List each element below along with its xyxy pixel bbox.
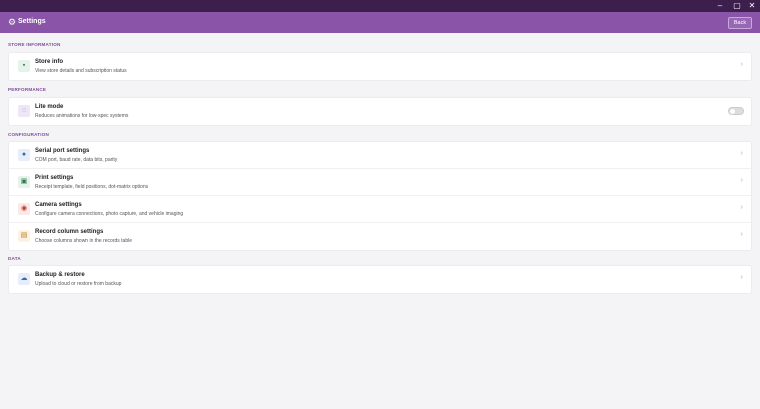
settings-item-lite-mode: ◌ Lite mode Reduces animations for low-s… xyxy=(9,98,751,125)
store-icon: ▪ xyxy=(18,60,30,72)
item-subtitle: Receipt template, field positions, dot-m… xyxy=(35,184,149,190)
settings-item-serial-port[interactable]: ● Serial port settings COM port, baud ra… xyxy=(9,142,751,169)
gear-icon: ⚙ xyxy=(8,17,17,27)
chevron-right-icon: › xyxy=(740,204,743,211)
settings-item-camera[interactable]: ◉ Camera settings Configure camera conne… xyxy=(9,196,751,223)
data-card: ☁ Backup & restore Upload to cloud or re… xyxy=(8,265,752,294)
lite-mode-icon: ◌ xyxy=(18,105,30,117)
item-subtitle: Configure camera connections, photo capt… xyxy=(35,211,184,217)
item-title: Lite mode xyxy=(35,104,64,110)
item-subtitle: COM port, baud rate, data bits, parity xyxy=(35,157,118,163)
performance-card: ◌ Lite mode Reduces animations for low-s… xyxy=(8,97,752,126)
item-subtitle: Choose columns shown in the records tabl… xyxy=(35,238,132,244)
chevron-right-icon: › xyxy=(740,274,743,281)
minimize-button[interactable]: – xyxy=(712,0,728,12)
chevron-right-icon: › xyxy=(740,150,743,157)
toggle-knob xyxy=(730,109,735,114)
maximize-button[interactable]: ▢ xyxy=(729,0,745,12)
settings-header: ⚙ Settings xyxy=(0,12,760,33)
settings-item-store-info[interactable]: ▪ Store info View store details and subs… xyxy=(9,53,751,80)
section-label-configuration: CONFIGURATION xyxy=(8,132,50,137)
section-label-data: DATA xyxy=(8,256,21,261)
section-label-performance: PERFORMANCE xyxy=(8,87,47,92)
section-label-store: STORE INFORMATION xyxy=(8,42,61,47)
item-title: Backup & restore xyxy=(35,272,85,278)
chevron-right-icon: › xyxy=(740,177,743,184)
close-button[interactable]: ✕ xyxy=(744,0,760,12)
settings-item-record-columns[interactable]: ▤ Record column settings Choose columns … xyxy=(9,223,751,250)
back-button[interactable]: Back xyxy=(728,17,752,29)
item-title: Serial port settings xyxy=(35,148,90,154)
configuration-card: ● Serial port settings COM port, baud ra… xyxy=(8,141,752,251)
lite-mode-toggle[interactable] xyxy=(728,107,744,115)
page-title: Settings xyxy=(18,18,46,25)
store-card: ▪ Store info View store details and subs… xyxy=(8,52,752,81)
item-subtitle: Upload to cloud or restore from backup xyxy=(35,281,122,287)
item-title: Record column settings xyxy=(35,229,104,235)
chevron-right-icon: › xyxy=(740,231,743,238)
settings-item-print[interactable]: ▣ Print settings Receipt template, field… xyxy=(9,169,751,196)
item-subtitle: View store details and subscription stat… xyxy=(35,68,127,74)
window-titlebar: – ▢ ✕ xyxy=(0,0,760,12)
printer-icon: ▣ xyxy=(18,176,30,188)
camera-icon: ◉ xyxy=(18,203,30,215)
item-title: Camera settings xyxy=(35,202,82,208)
item-title: Print settings xyxy=(35,175,74,181)
chevron-right-icon: › xyxy=(740,61,743,68)
cloud-backup-icon: ☁ xyxy=(18,273,30,285)
item-title: Store info xyxy=(35,59,63,65)
serial-port-icon: ● xyxy=(18,149,30,161)
item-subtitle: Reduces animations for low-spec systems xyxy=(35,113,129,119)
settings-item-backup[interactable]: ☁ Backup & restore Upload to cloud or re… xyxy=(9,266,751,293)
columns-icon: ▤ xyxy=(18,230,30,242)
